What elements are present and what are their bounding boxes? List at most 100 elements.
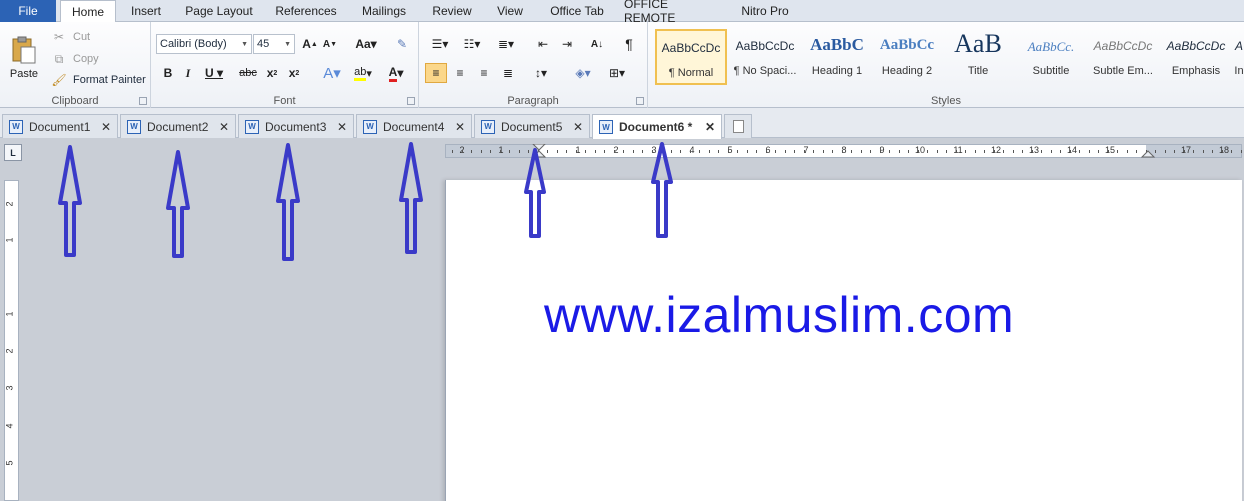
multilevel-list-icon[interactable]: ≣▾ (493, 34, 519, 54)
copy-label: Copy (73, 53, 99, 65)
change-case-icon[interactable]: Aa▾ (353, 35, 379, 53)
close-icon[interactable]: ✕ (219, 120, 229, 134)
paste-button[interactable]: Paste (6, 26, 42, 88)
ruler-tick (519, 150, 520, 153)
shrink-font-icon[interactable]: A ▼ (321, 35, 339, 53)
ruler-tick (718, 150, 719, 153)
document-text[interactable]: www.izalmuslim.com (544, 286, 1014, 344)
style-sample: AaBbC (810, 35, 864, 54)
align-right-icon[interactable]: ≡ (473, 63, 495, 83)
subscript-icon[interactable]: x2 (263, 63, 281, 83)
right-indent-marker-icon[interactable] (1141, 144, 1155, 158)
decrease-indent-icon[interactable]: ⇤ (533, 34, 553, 54)
style-no-spacing[interactable]: AaBbCcDc ¶ No Spaci... (729, 29, 801, 85)
style-emphasis[interactable]: AaBbCcDc Emphasis (1160, 29, 1232, 85)
paste-icon (12, 36, 36, 63)
tab-selector-button[interactable]: L (4, 144, 22, 161)
tab-references[interactable]: References (270, 0, 342, 22)
tab-nitro-pro[interactable]: Nitro Pro (736, 0, 794, 22)
paragraph-dialog-launcher[interactable] (636, 97, 644, 105)
align-center-icon[interactable]: ≡ (449, 63, 471, 83)
tab-home[interactable]: Home (60, 0, 116, 23)
doc-tab-document4[interactable]: W Document4 ✕ (356, 114, 472, 138)
sort-icon[interactable]: A↓ (587, 34, 607, 54)
tab-insert[interactable]: Insert (124, 0, 168, 22)
tab-view[interactable]: View (490, 0, 530, 22)
close-icon[interactable]: ✕ (337, 120, 347, 134)
bold-icon[interactable]: B (159, 63, 177, 83)
tab-review[interactable]: Review (426, 0, 478, 22)
doc-tab-document3[interactable]: W Document3 ✕ (238, 114, 354, 138)
style-heading-1[interactable]: AaBbC Heading 1 (801, 29, 873, 85)
highlight-icon[interactable]: ab ▾ (349, 63, 377, 83)
doc-tab-document2[interactable]: W Document2 ✕ (120, 114, 236, 138)
document-page[interactable]: www.izalmuslim.com (445, 180, 1242, 501)
doc-tab-document1[interactable]: W Document1 ✕ (2, 114, 118, 138)
file-tab[interactable]: File (0, 0, 56, 22)
doc-tab-document5[interactable]: W Document5 ✕ (474, 114, 590, 138)
tab-mailings[interactable]: Mailings (354, 0, 414, 22)
scissors-icon: ✂ (53, 30, 65, 44)
font-family-select[interactable]: Calibri (Body) ▼ (156, 34, 252, 54)
style-subtle-emphasis[interactable]: AaBbCcDc Subtle Em... (1087, 29, 1159, 85)
horizontal-ruler[interactable]: 211234567891011121314151718 (445, 144, 1242, 158)
font-dialog-launcher[interactable] (407, 97, 415, 105)
bullets-icon[interactable]: ☰▾ (427, 34, 453, 54)
style-name: Heading 2 (881, 65, 933, 77)
align-left-icon[interactable]: ≡ (425, 63, 447, 83)
ruler-tick (1231, 150, 1232, 153)
copy-button[interactable]: ⧉ Copy (50, 50, 99, 68)
font-group-label: Font (273, 95, 296, 107)
numbering-icon[interactable]: ☷▾ (459, 34, 485, 54)
ruler-tick (462, 150, 463, 153)
vertical-ruler[interactable]: 2 1 1 2 3 4 5 (4, 180, 19, 501)
tab-office-tab[interactable]: Office Tab (544, 0, 610, 22)
increase-indent-icon[interactable]: ⇥ (557, 34, 577, 54)
pilcrow-icon[interactable]: ¶ (619, 34, 639, 54)
style-sample: AaBbCcDc (735, 39, 795, 53)
ruler-tick (547, 150, 548, 153)
clipboard-dialog-launcher[interactable] (139, 97, 147, 105)
strikethrough-icon[interactable]: abc (237, 63, 259, 83)
ruler-tick (1098, 150, 1099, 153)
shading-icon[interactable]: ◈▾ (569, 63, 597, 83)
tab-office-remote[interactable]: OFFICE REMOTE (624, 0, 722, 25)
font-color-icon[interactable]: A ▾ (383, 63, 409, 83)
doc-tab-document6[interactable]: W Document6 * ✕ (592, 114, 722, 139)
close-icon[interactable]: ✕ (455, 120, 465, 134)
ruler-tick (1108, 150, 1109, 153)
close-icon[interactable]: ✕ (573, 120, 583, 134)
borders-icon[interactable]: ⊞▾ (603, 63, 631, 83)
superscript-icon[interactable]: x2 (285, 63, 303, 83)
ruler-tick (842, 150, 843, 153)
style-intense[interactable]: A In (1234, 29, 1244, 85)
clear-formatting-icon[interactable]: ✎ (393, 35, 411, 53)
close-icon[interactable]: ✕ (101, 120, 111, 134)
style-title[interactable]: AaB Title (942, 29, 1014, 85)
line-spacing-icon[interactable]: ↕▾ (527, 63, 555, 83)
ruler-tick (918, 150, 919, 153)
ruler-tick (870, 150, 871, 153)
new-document-button[interactable] (724, 114, 752, 138)
format-painter-button[interactable]: 🖌 Format Painter (50, 71, 145, 89)
underline-icon[interactable]: U ▾ (201, 63, 227, 83)
style-normal[interactable]: AaBbCcDc ¶ Normal (655, 29, 727, 85)
ruler-tick (1136, 150, 1137, 153)
italic-icon[interactable]: I (179, 63, 197, 83)
ruler-number: 11 (953, 145, 963, 155)
menu-bar: File Home Insert Page Layout References … (0, 0, 1244, 25)
close-icon[interactable]: ✕ (705, 120, 715, 134)
style-sample: AaBbCcDc (1166, 39, 1226, 53)
grow-font-icon[interactable]: A ▲ (301, 35, 319, 53)
ruler-tick (861, 150, 862, 153)
style-subtitle[interactable]: AaBbCc. Subtitle (1015, 29, 1087, 85)
justify-icon[interactable]: ≣ (497, 63, 519, 83)
style-heading-2[interactable]: AaBbCc Heading 2 (871, 29, 943, 85)
ruler-number: 12 (990, 145, 1002, 155)
tab-page-layout[interactable]: Page Layout (182, 0, 256, 22)
cut-button[interactable]: ✂ Cut (50, 28, 90, 46)
ruler-tick (756, 150, 757, 153)
font-size-select[interactable]: 45 ▼ (253, 34, 295, 54)
ruler-number: 5 (4, 460, 15, 466)
text-effects-icon[interactable]: A▾ (319, 63, 345, 83)
